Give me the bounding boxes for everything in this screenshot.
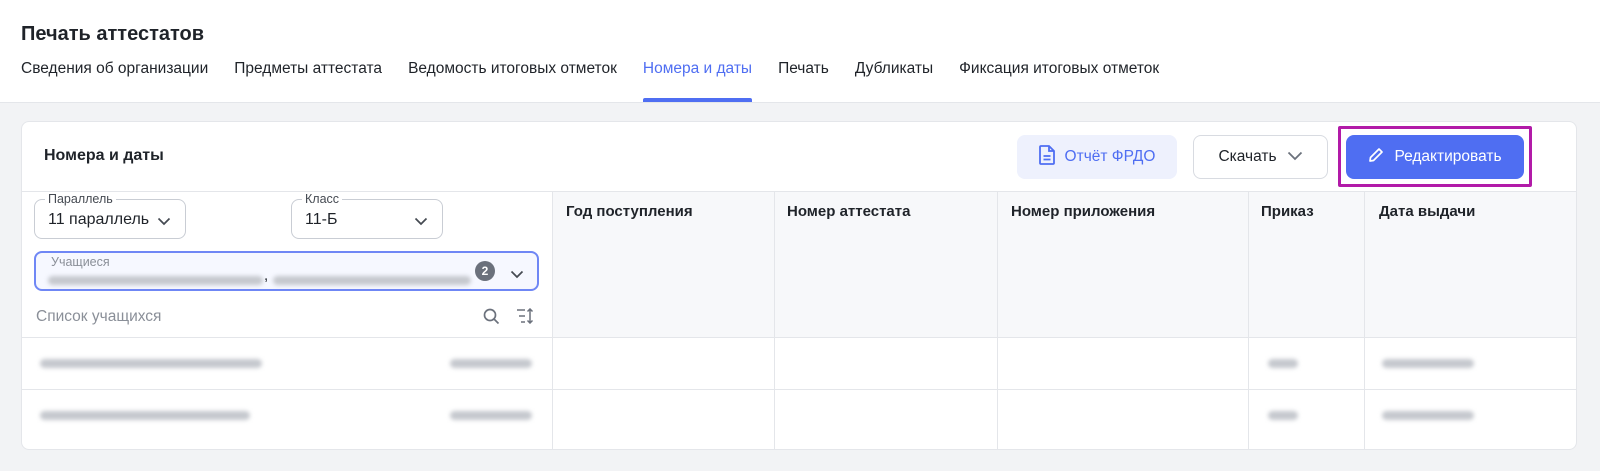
tab-duplicates[interactable]: Дубликаты [842, 59, 946, 102]
frdo-report-button[interactable]: Отчёт ФРДО [1017, 135, 1177, 179]
tab-grades-fixation[interactable]: Фиксация итоговых отметок [946, 59, 1172, 102]
parallel-label: Параллель [45, 192, 116, 206]
search-icon[interactable] [483, 308, 500, 330]
column-header-order: Приказ [1261, 203, 1314, 220]
sort-filter-icon[interactable] [516, 307, 534, 329]
row-divider [22, 337, 1576, 338]
column-divider [1248, 192, 1249, 449]
chevron-down-icon [510, 266, 524, 284]
parallel-value: 11 параллель [48, 211, 150, 228]
column-divider [552, 192, 553, 449]
card-title: Номера и даты [44, 147, 164, 164]
students-list-label: Список учащихся [36, 308, 162, 325]
chevron-down-icon [414, 213, 428, 231]
column-divider [1364, 192, 1365, 449]
tab-bar: Сведения об организации Предметы аттеста… [21, 59, 1172, 102]
students-separator: , [264, 267, 269, 284]
tab-certificate-subjects[interactable]: Предметы аттестата [221, 59, 395, 102]
chevron-down-icon [1287, 148, 1303, 166]
download-dropdown[interactable]: Скачать [1193, 135, 1328, 179]
column-header-supplement-number: Номер приложения [1011, 203, 1156, 220]
tab-final-grades-sheet[interactable]: Ведомость итоговых отметок [395, 59, 630, 102]
student-name-redacted [40, 411, 250, 420]
issue-date-redacted [1382, 411, 1474, 420]
student-info-redacted [450, 411, 532, 420]
column-header-admission-year: Год поступления [566, 203, 693, 220]
students-label: Учащиеся [51, 255, 110, 269]
column-header-issue-date: Дата выдачи [1379, 203, 1476, 220]
class-value: 11-Б [305, 211, 338, 228]
students-count-badge: 2 [475, 261, 495, 281]
selected-student-redacted [273, 276, 471, 285]
order-redacted [1268, 411, 1298, 420]
tab-print[interactable]: Печать [765, 59, 842, 102]
document-icon [1038, 144, 1055, 170]
page-title: Печать аттестатов [21, 23, 205, 45]
column-divider [774, 192, 775, 449]
tab-organization-info[interactable]: Сведения об организации [21, 59, 221, 102]
download-label: Скачать [1218, 148, 1277, 165]
student-info-redacted [450, 359, 532, 368]
tab-numbers-dates[interactable]: Номера и даты [630, 59, 765, 102]
row-divider [22, 389, 1576, 390]
parallel-select[interactable]: Параллель 11 параллель [34, 192, 186, 239]
column-divider [997, 192, 998, 449]
issue-date-redacted [1382, 359, 1474, 368]
page-header: Печать аттестатов Сведения об организаци… [0, 0, 1600, 103]
students-select[interactable]: Учащиеся , 2 [34, 251, 539, 291]
chevron-down-icon [157, 213, 171, 231]
column-header-certificate-number: Номер аттестата [787, 203, 911, 220]
selected-student-redacted [48, 276, 263, 285]
numbers-dates-card: Номера и даты Отчёт ФРДО Скачать Редакти… [21, 121, 1577, 450]
edit-button-highlight [1338, 126, 1532, 187]
order-redacted [1268, 359, 1298, 368]
class-label: Класс [302, 192, 343, 206]
student-name-redacted [40, 359, 262, 368]
class-select[interactable]: Класс 11-Б [291, 192, 443, 239]
frdo-report-label: Отчёт ФРДО [1064, 148, 1156, 165]
